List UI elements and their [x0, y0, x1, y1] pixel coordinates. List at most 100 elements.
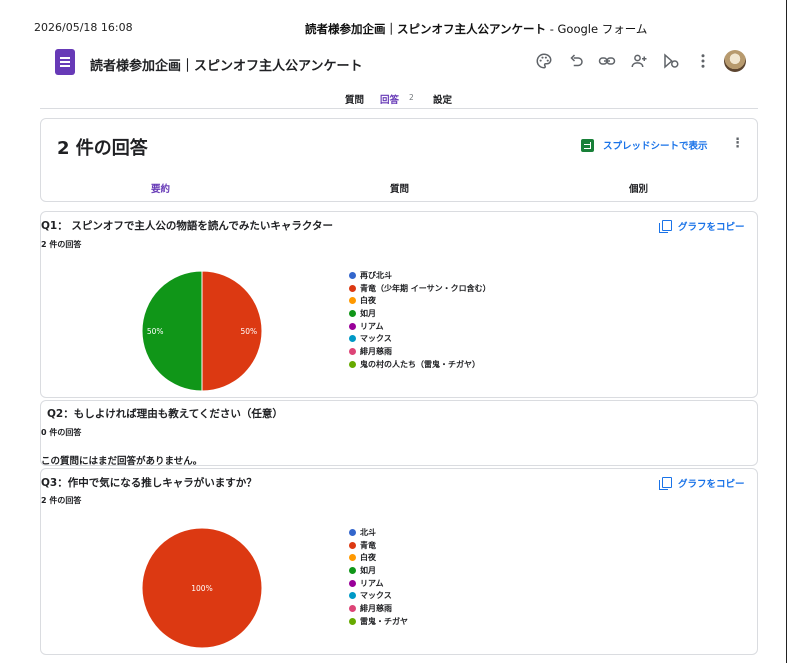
question-title: Q2：もしよければ理由も教えてください（任意）: [47, 408, 283, 420]
question-card-q1: Q1： スピンオフで主人公の物語を読んでみたいキャラクター 2 件の回答 グラフ…: [40, 211, 758, 398]
legend-item: 青竜: [349, 539, 408, 552]
legend-swatch: [349, 592, 356, 600]
slice-percent-label: 50%: [240, 327, 257, 336]
legend-label: 青竜（少年期 イーサン・クロ含む）: [360, 283, 491, 293]
legend-swatch: [349, 579, 356, 587]
avatar[interactable]: [724, 50, 746, 72]
preview-icon[interactable]: [662, 52, 680, 70]
legend-item: 北斗: [349, 526, 408, 539]
main-tabs: 質問 回答 2 設定: [0, 92, 797, 112]
google-forms-logo-icon[interactable]: [55, 49, 75, 75]
legend-item: マックス: [349, 332, 491, 345]
legend-swatch: [349, 566, 356, 574]
legend-label: 北斗: [360, 527, 376, 537]
legend-item: 白夜: [349, 294, 491, 307]
pie-chart: 100%: [141, 527, 263, 649]
legend-swatch: [349, 604, 356, 612]
legend-label: 緋月慈雨: [360, 603, 392, 613]
legend-item: 如月: [349, 307, 491, 320]
legend-label: 白夜: [360, 553, 376, 563]
slice-percent-label: 50%: [147, 327, 164, 336]
legend-swatch: [349, 309, 356, 317]
palette-icon[interactable]: [535, 52, 553, 70]
response-count: 2 件の回答: [41, 240, 82, 249]
print-datetime: 2026/05/18 16:08: [34, 21, 133, 34]
legend-label: マックス: [360, 334, 392, 344]
print-title-suffix: - Google フォーム: [546, 22, 648, 36]
form-title[interactable]: 読者様参加企画｜スピンオフ主人公アンケート: [90, 55, 362, 74]
subtab-individual[interactable]: 個別: [629, 181, 648, 195]
subtab-question[interactable]: 質問: [390, 181, 409, 195]
question-card-q2: Q2：もしよければ理由も教えてください（任意） 0 件の回答 この質問にはまだ回…: [40, 400, 758, 467]
legend-label: マックス: [360, 591, 392, 601]
responses-count-badge: 2: [409, 93, 414, 102]
tab-questions[interactable]: 質問: [345, 92, 364, 106]
subtab-summary[interactable]: 要約: [151, 181, 170, 195]
print-title-main: 読者様参加企画｜スピンオフ主人公アンケート: [305, 22, 547, 36]
legend-label: 白夜: [360, 296, 376, 306]
legend-label: 如月: [360, 308, 376, 318]
more-vert-icon[interactable]: ⋮: [731, 136, 744, 151]
pie-chart: 50% 50%: [141, 270, 263, 392]
summary-card: 2 件の回答 スプレッドシートで表示 ⋮ 要約 質問 個別: [40, 118, 758, 202]
legend-item: 青竜（少年期 イーサン・クロ含む）: [349, 282, 491, 295]
legend-label: 鬼の村の人たち（雷鬼・チガヤ）: [360, 359, 480, 369]
view-in-sheets-label: スプレッドシートで表示: [603, 141, 708, 152]
legend-swatch: [349, 541, 356, 549]
question-card-q3: Q3：作中で気になる推しキャラがいますか？ 2 件の回答 グラフをコピー 100…: [40, 468, 758, 655]
tabs-divider: [40, 108, 758, 109]
legend-swatch: [349, 360, 356, 368]
legend-label: リアム: [360, 321, 384, 331]
legend-item: 緋月慈雨: [349, 345, 491, 358]
legend-item: 雷鬼・チガヤ: [349, 615, 408, 628]
tab-responses[interactable]: 回答: [380, 92, 399, 106]
legend-swatch: [349, 554, 356, 562]
copy-icon: [659, 477, 672, 490]
legend-swatch: [349, 347, 356, 355]
legend-swatch: [349, 322, 356, 330]
legend-label: 緋月慈雨: [360, 346, 392, 356]
legend-label: 如月: [360, 565, 376, 575]
view-in-sheets-button[interactable]: スプレッドシートで表示: [581, 138, 708, 152]
response-count: 0 件の回答: [41, 428, 82, 437]
tab-settings[interactable]: 設定: [433, 92, 452, 106]
legend-swatch: [349, 297, 356, 305]
question-title: Q3：作中で気になる推しキャラがいますか？: [41, 477, 257, 489]
question-title: Q1： スピンオフで主人公の物語を読んでみたいキャラクター: [41, 220, 333, 232]
legend-item: 緋月慈雨: [349, 602, 408, 615]
add-collaborator-icon[interactable]: [630, 52, 648, 70]
chart-legend: 再び北斗青竜（少年期 イーサン・クロ含む） 白夜如月リアムマックス緋月慈雨鬼の村の…: [349, 269, 491, 371]
legend-item: 再び北斗: [349, 269, 491, 282]
legend-item: 白夜: [349, 551, 408, 564]
copy-chart-label: グラフをコピー: [678, 222, 745, 233]
legend-swatch: [349, 271, 356, 279]
copy-icon: [659, 220, 672, 233]
legend-swatch: [349, 528, 356, 536]
legend-item: 鬼の村の人たち（雷鬼・チガヤ）: [349, 358, 491, 371]
chart-legend: 北斗青竜白夜如月リアムマックス緋月慈雨雷鬼・チガヤ: [349, 526, 408, 628]
response-count-title: 2 件の回答: [57, 138, 148, 159]
more-vert-icon[interactable]: [694, 52, 712, 70]
legend-label: 雷鬼・チガヤ: [360, 616, 408, 626]
slice-percent-label: 100%: [191, 584, 212, 593]
undo-icon[interactable]: [567, 52, 585, 70]
app-header: 読者様参加企画｜スピンオフ主人公アンケート: [40, 44, 758, 80]
no-responses-message: この質問にはまだ回答がありません。: [41, 456, 203, 467]
legend-item: リアム: [349, 320, 491, 333]
link-icon[interactable]: [598, 52, 616, 70]
legend-label: リアム: [360, 578, 384, 588]
legend-swatch: [349, 335, 356, 343]
response-count: 2 件の回答: [41, 496, 82, 505]
copy-chart-button[interactable]: グラフをコピー: [659, 476, 745, 490]
legend-swatch: [349, 284, 356, 292]
legend-swatch: [349, 617, 356, 625]
legend-item: マックス: [349, 589, 408, 602]
print-title: 読者様参加企画｜スピンオフ主人公アンケート - Google フォーム: [305, 21, 647, 37]
copy-chart-label: グラフをコピー: [678, 479, 745, 490]
copy-chart-button[interactable]: グラフをコピー: [659, 219, 745, 233]
sheets-icon: [581, 138, 594, 152]
legend-label: 再び北斗: [360, 270, 392, 280]
legend-item: 如月: [349, 564, 408, 577]
legend-item: リアム: [349, 577, 408, 590]
legend-label: 青竜: [360, 540, 376, 550]
